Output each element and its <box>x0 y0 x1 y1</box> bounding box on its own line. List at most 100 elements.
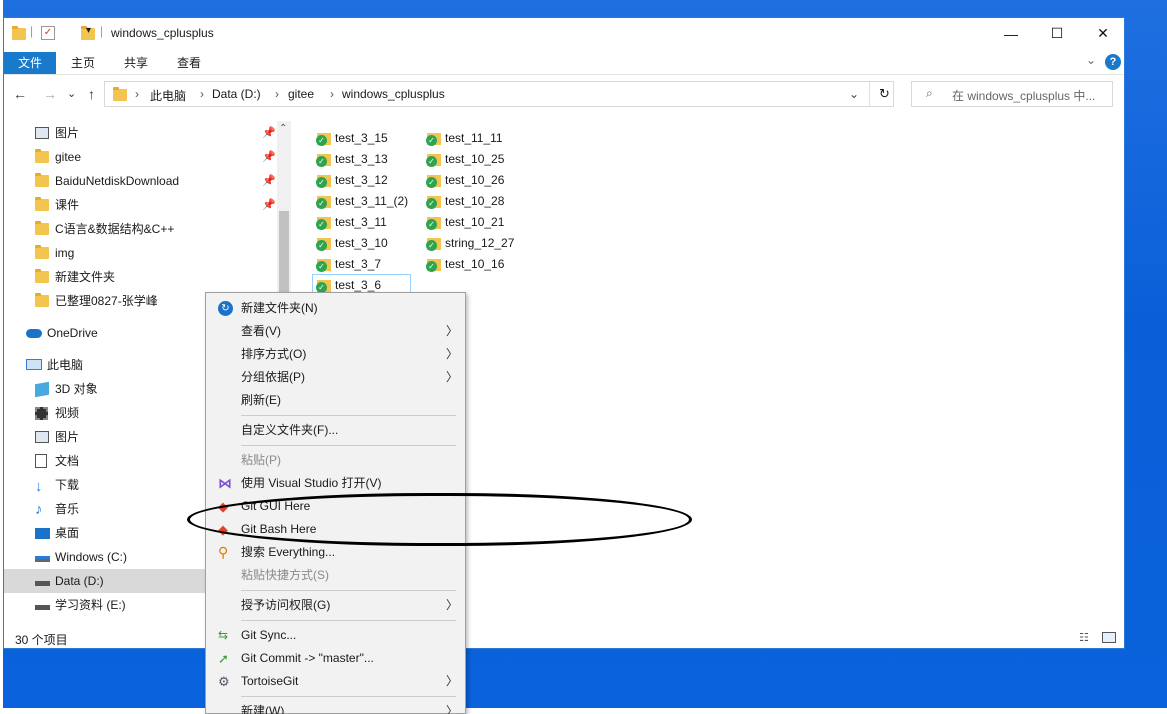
menu-item-refresh[interactable]: 刷新(E) <box>206 389 465 412</box>
menu-item-git-gui-here[interactable]: ◆ Git GUI Here <box>206 495 465 518</box>
git-folder-icon <box>316 154 331 167</box>
folder-icon <box>113 87 127 101</box>
folder-item[interactable]: test_10_16 <box>426 254 527 275</box>
git-icon: ◆ <box>218 499 228 514</box>
folder-item[interactable]: test_3_7 <box>316 254 417 275</box>
folder-icon <box>35 245 49 259</box>
menu-item-new[interactable]: 新建(W) 〉 <box>206 700 465 714</box>
nav-item-baidunetdisk[interactable]: BaiduNetdiskDownload 📌 <box>4 169 276 193</box>
menu-label: 新建(W) <box>241 704 285 714</box>
submenu-arrow-icon: 〉 <box>446 598 459 612</box>
breadcrumb-windows-cplusplus[interactable]: windows_cplusplus <box>342 87 445 101</box>
details-view-icon[interactable]: ☷ <box>1079 631 1089 644</box>
menu-item-open-visual-studio[interactable]: ⋈ 使用 Visual Studio 打开(V) <box>206 472 465 495</box>
tab-view[interactable]: 查看 <box>165 52 213 74</box>
breadcrumb-gitee[interactable]: gitee <box>288 87 314 101</box>
nav-item-new-folder[interactable]: 新建文件夹 <box>4 265 276 289</box>
folder-item[interactable]: test_3_12 <box>316 170 417 191</box>
menu-label: Git Sync... <box>241 628 297 642</box>
breadcrumb-separator: › <box>135 87 139 101</box>
window-title: windows_cplusplus <box>111 26 214 40</box>
forward-button[interactable]: → <box>43 86 57 102</box>
folder-item[interactable]: string_12_27 <box>426 233 527 254</box>
music-icon: ♪ <box>35 501 43 518</box>
menu-label: Git Commit -> "master"... <box>241 651 374 665</box>
folder-item[interactable]: test_10_25 <box>426 149 527 170</box>
git-folder-icon <box>426 133 441 146</box>
tab-home[interactable]: 主页 <box>59 52 107 74</box>
git-folder-icon <box>316 238 331 251</box>
submenu-arrow-icon: 〉 <box>446 370 459 384</box>
refresh-icon[interactable]: ↻ <box>879 86 890 102</box>
git-folder-icon <box>426 238 441 251</box>
menu-item-view[interactable]: 查看(V) 〉 <box>206 320 465 343</box>
address-bar[interactable]: › 此电脑 › Data (D:) › gitee › windows_cplu… <box>104 81 894 107</box>
menu-item-sort-by[interactable]: 排序方式(O) 〉 <box>206 343 465 366</box>
folder-item[interactable]: test_3_13 <box>316 149 417 170</box>
drive-icon <box>35 605 50 610</box>
scroll-up-icon[interactable]: ⌃ <box>279 123 287 134</box>
menu-separator <box>241 620 456 621</box>
menu-separator <box>241 415 456 416</box>
folder-item[interactable]: test_11_11 <box>426 128 527 149</box>
nav-item-pictures-quick[interactable]: 图片 📌 <box>4 121 276 145</box>
computer-icon <box>26 359 42 370</box>
minimize-button[interactable]: — <box>988 18 1034 49</box>
menu-item-give-access[interactable]: 授予访问权限(G) 〉 <box>206 594 465 617</box>
chevron-down-icon[interactable]: ⌄ <box>1086 53 1096 67</box>
search-input[interactable]: ⌕ 在 windows_cplusplus 中... <box>911 81 1113 107</box>
up-button[interactable]: ↑ <box>88 86 95 102</box>
git-sync-icon: ⇆ <box>218 628 229 642</box>
menu-separator <box>241 696 456 697</box>
nav-label: 文档 <box>55 454 80 468</box>
breadcrumb-data-d[interactable]: Data (D:) <box>212 87 261 101</box>
folder-item[interactable]: test_3_10 <box>316 233 417 254</box>
folder-icon <box>35 221 49 235</box>
help-icon[interactable]: ? <box>1105 54 1121 70</box>
breadcrumb-separator: › <box>275 87 279 101</box>
folder-name: test_3_13 <box>335 152 388 166</box>
pin-icon: 📌 <box>262 151 276 163</box>
menu-item-git-commit[interactable]: ➚ Git Commit -> "master"... <box>206 647 465 670</box>
menu-item-new-folder[interactable]: ↻ 新建文件夹(N) <box>206 297 465 320</box>
folder-item[interactable]: test_10_28 <box>426 191 527 212</box>
menu-label: 刷新(E) <box>241 393 281 407</box>
nav-label: 下载 <box>55 478 80 492</box>
large-icons-view-icon[interactable] <box>1102 632 1116 643</box>
folder-name: test_10_26 <box>445 173 505 187</box>
folder-item[interactable]: test_10_21 <box>426 212 527 233</box>
menu-item-git-sync[interactable]: ⇆ Git Sync... <box>206 624 465 647</box>
nav-item-courseware[interactable]: 课件 📌 <box>4 193 276 217</box>
folder-item[interactable]: test_3_11_(2) <box>316 191 417 212</box>
back-button[interactable]: ← <box>13 86 27 102</box>
nav-label: Windows (C:) <box>55 550 128 564</box>
maximize-button[interactable]: ☐ <box>1034 18 1080 49</box>
address-dropdown-icon[interactable]: ⌄ <box>849 87 859 101</box>
menu-item-tortoisegit[interactable]: ⚙ TortoiseGit 〉 <box>206 670 465 693</box>
folder-item[interactable]: test_10_26 <box>426 170 527 191</box>
menu-item-customize-folder[interactable]: 自定义文件夹(F)... <box>206 419 465 442</box>
properties-icon[interactable]: ✓ <box>41 26 55 40</box>
tab-share[interactable]: 共享 <box>112 52 160 74</box>
recent-locations-button[interactable]: ⌄ <box>67 87 76 100</box>
nav-item-gitee[interactable]: gitee 📌 <box>4 145 276 169</box>
folder-name: test_10_16 <box>445 257 505 271</box>
ribbon: 文件 主页 共享 查看 ⌄ ? <box>4 49 1124 75</box>
nav-item-c-language[interactable]: C语言&数据结构&C++ <box>4 217 276 241</box>
folder-name: test_10_28 <box>445 194 505 208</box>
folder-icon <box>35 149 49 163</box>
git-commit-icon: ➚ <box>218 651 229 666</box>
menu-item-git-bash-here[interactable]: ◆ Git Bash Here <box>206 518 465 541</box>
folder-item[interactable]: test_3_11 <box>316 212 417 233</box>
customize-qa-icon[interactable]: ▾ <box>86 25 91 41</box>
nav-label: BaiduNetdiskDownload <box>55 174 180 188</box>
nav-item-img[interactable]: img <box>4 241 276 265</box>
menu-item-group-by[interactable]: 分组依据(P) 〉 <box>206 366 465 389</box>
tab-file[interactable]: 文件 <box>4 52 56 74</box>
breadcrumb-this-pc[interactable]: 此电脑 <box>150 87 186 104</box>
menu-separator <box>241 445 456 446</box>
close-button[interactable]: ✕ <box>1080 18 1126 49</box>
menu-item-search-everything[interactable]: ⚲ 搜索 Everything... <box>206 541 465 564</box>
nav-label: OneDrive <box>47 326 98 340</box>
folder-item[interactable]: test_3_15 <box>316 128 417 149</box>
